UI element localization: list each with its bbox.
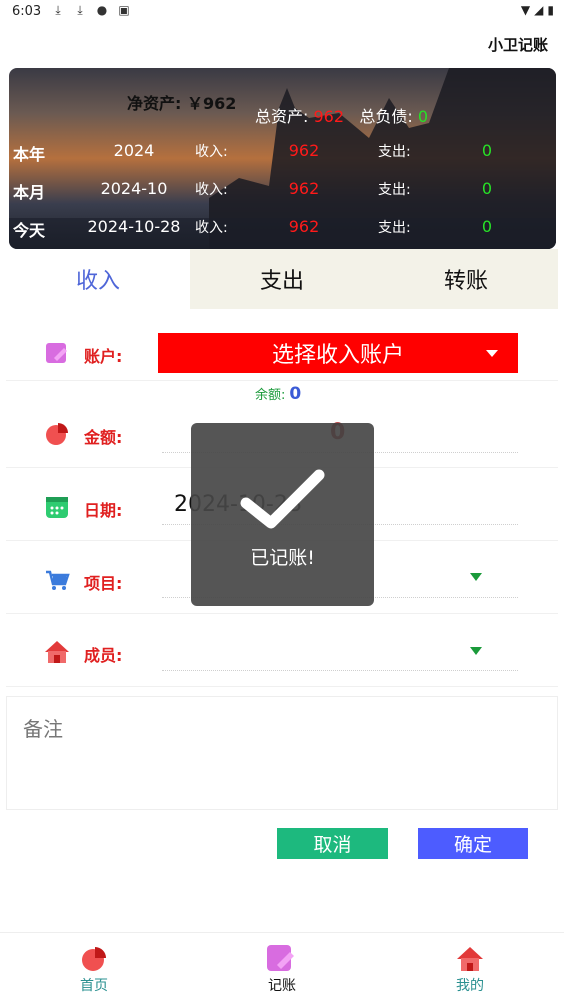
summary-card: 净资产: ￥962 总资产: 962 总负债: 0 本年 2024 收入: 96… (9, 68, 556, 249)
nav-home-label: 首页 (80, 978, 108, 994)
income-value: 962 (288, 217, 320, 236)
nav-record-label: 记账 (268, 978, 296, 994)
pie-chart-icon (46, 423, 68, 445)
wifi-icon: ▼ (520, 3, 531, 17)
total-liabilities-value: 0 (417, 107, 428, 126)
income-label: 收入: (195, 220, 228, 236)
expense-value: 0 (481, 141, 493, 160)
total-liabilities-label: 总负债: (359, 107, 413, 126)
date-label: 日期: (84, 501, 123, 520)
signal-icon: ◢ (534, 3, 544, 17)
net-assets: 净资产: ￥962 (127, 90, 236, 114)
battery-icon: ▮ (547, 3, 554, 17)
income-label: 收入: (195, 144, 228, 160)
download-icon: ⤓ (55, 3, 61, 17)
expense-value: 0 (481, 179, 493, 198)
toast-text: 已记账! (250, 547, 315, 569)
nav-mine[interactable]: 我的 (410, 933, 530, 1004)
nav-record[interactable]: 记账 (222, 933, 342, 1004)
row-label: 本年 (13, 145, 46, 164)
expense-value: 0 (481, 217, 493, 236)
income-label: 收入: (195, 182, 228, 198)
status-icons-right: ▼ ◢ ▮ (521, 3, 554, 17)
app-title: 小卫记账 (487, 36, 548, 54)
row-date: 2024-10 (100, 179, 168, 198)
confirm-button[interactable]: 确定 (418, 828, 528, 859)
home-icon (457, 947, 483, 971)
member-row[interactable]: 成员: (6, 614, 558, 687)
account-label: 账户: (84, 347, 123, 366)
status-icons-left: ⤓ ⤓ ● ▣ (50, 3, 132, 18)
expense-label: 支出: (378, 220, 411, 236)
row-date: 2024-10-28 (87, 217, 181, 236)
success-toast: 已记账! (191, 423, 374, 606)
bottom-nav: 首页 记账 我的 (0, 932, 564, 1004)
total-assets-value: 962 (313, 107, 345, 126)
calendar-icon (46, 497, 68, 518)
edit-note-icon (46, 343, 67, 363)
expense-label: 支出: (378, 144, 411, 160)
row-date: 2024 (113, 141, 155, 160)
summary-row-year: 本年 2024 收入: 962 支出: 0 (9, 141, 556, 171)
net-assets-value: ￥962 (186, 94, 237, 113)
cancel-button[interactable]: 取消 (277, 828, 388, 859)
row-label: 本月 (13, 183, 46, 202)
alert-icon: ● (96, 3, 108, 17)
row-label: 今天 (13, 221, 46, 240)
account-select-text: 选择收入账户 (271, 343, 404, 368)
nav-mine-label: 我的 (456, 978, 484, 994)
summary-row-today: 今天 2024-10-28 收入: 962 支出: 0 (9, 217, 556, 247)
total-assets-label: 总资产: (255, 107, 309, 126)
member-underline (162, 670, 518, 671)
edit-note-icon (267, 945, 294, 971)
income-value: 962 (288, 141, 320, 160)
account-select[interactable]: 选择收入账户 (158, 333, 518, 373)
member-label: 成员: (84, 646, 123, 665)
type-tabs: 收入 支出 转账 (6, 249, 558, 309)
note-textarea[interactable]: 备注 (6, 696, 558, 810)
caret-down-icon (486, 350, 498, 357)
note-placeholder: 备注 (23, 717, 63, 741)
summary-row-month: 本月 2024-10 收入: 962 支出: 0 (9, 179, 556, 209)
dropdown-arrow-icon (470, 573, 482, 581)
totals: 总资产: 962 总负债: 0 (255, 103, 428, 127)
pie-chart-icon (82, 947, 106, 971)
app-icon: ▣ (118, 3, 130, 17)
nav-home[interactable]: 首页 (34, 933, 154, 1004)
tab-income[interactable]: 收入 (6, 249, 190, 309)
home-icon (45, 641, 69, 663)
dropdown-arrow-icon (470, 647, 482, 655)
amount-label: 金额: (84, 428, 123, 447)
tab-expense[interactable]: 支出 (190, 249, 374, 309)
status-time: 6:03 (12, 4, 42, 19)
net-assets-label: 净资产: (127, 94, 182, 113)
tab-transfer[interactable]: 转账 (374, 249, 558, 309)
status-bar: 6:03 ⤓ ⤓ ● ▣ ▼ ◢ ▮ (0, 0, 564, 26)
checkmark-icon (240, 469, 325, 529)
expense-label: 支出: (378, 182, 411, 198)
income-value: 962 (288, 179, 320, 198)
item-label: 项目: (84, 574, 123, 593)
download-icon: ⤓ (77, 3, 83, 17)
cart-icon (46, 570, 70, 590)
